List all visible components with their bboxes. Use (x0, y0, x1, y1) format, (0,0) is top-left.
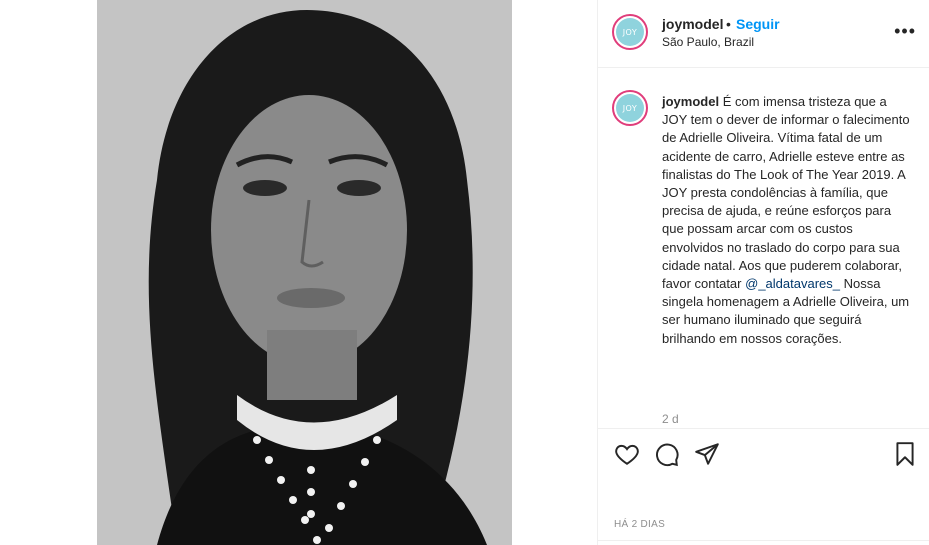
heart-icon[interactable] (614, 441, 640, 467)
layout-gap (512, 0, 597, 545)
bookmark-icon[interactable] (892, 441, 918, 467)
action-bar (598, 428, 929, 480)
header-separator: • (726, 16, 731, 32)
caption-mention-link[interactable]: @_aldatavares_ (745, 276, 840, 291)
post-sidebar: JOY joymodel • Seguir São Paulo, Brazil … (597, 0, 929, 545)
caption-avatar[interactable]: JOY (612, 90, 648, 126)
divider (598, 540, 929, 541)
caption-username[interactable]: joymodel (662, 94, 719, 109)
avatar-text: JOY (616, 18, 644, 46)
avatar-text: JOY (616, 94, 644, 122)
post-caption: joymodel É com imensa tristeza que a JOY… (662, 93, 912, 348)
more-options-icon[interactable]: ••• (894, 22, 916, 40)
header-username[interactable]: joymodel (662, 16, 723, 32)
post-date[interactable]: HÁ 2 DIAS (614, 519, 665, 530)
post-header: JOY joymodel • Seguir São Paulo, Brazil … (598, 0, 929, 68)
profile-avatar[interactable]: JOY (612, 14, 648, 50)
post-photo[interactable] (97, 0, 512, 545)
paper-plane-icon[interactable] (694, 441, 720, 467)
page-background (0, 0, 97, 545)
caption-timestamp: 2 d (662, 412, 679, 426)
portrait-image (97, 0, 512, 545)
location-link[interactable]: São Paulo, Brazil (662, 35, 754, 49)
caption-text-part1: É com imensa tristeza que a JOY tem o de… (662, 94, 910, 292)
comment-icon[interactable] (654, 441, 680, 467)
follow-button[interactable]: Seguir (736, 16, 780, 32)
